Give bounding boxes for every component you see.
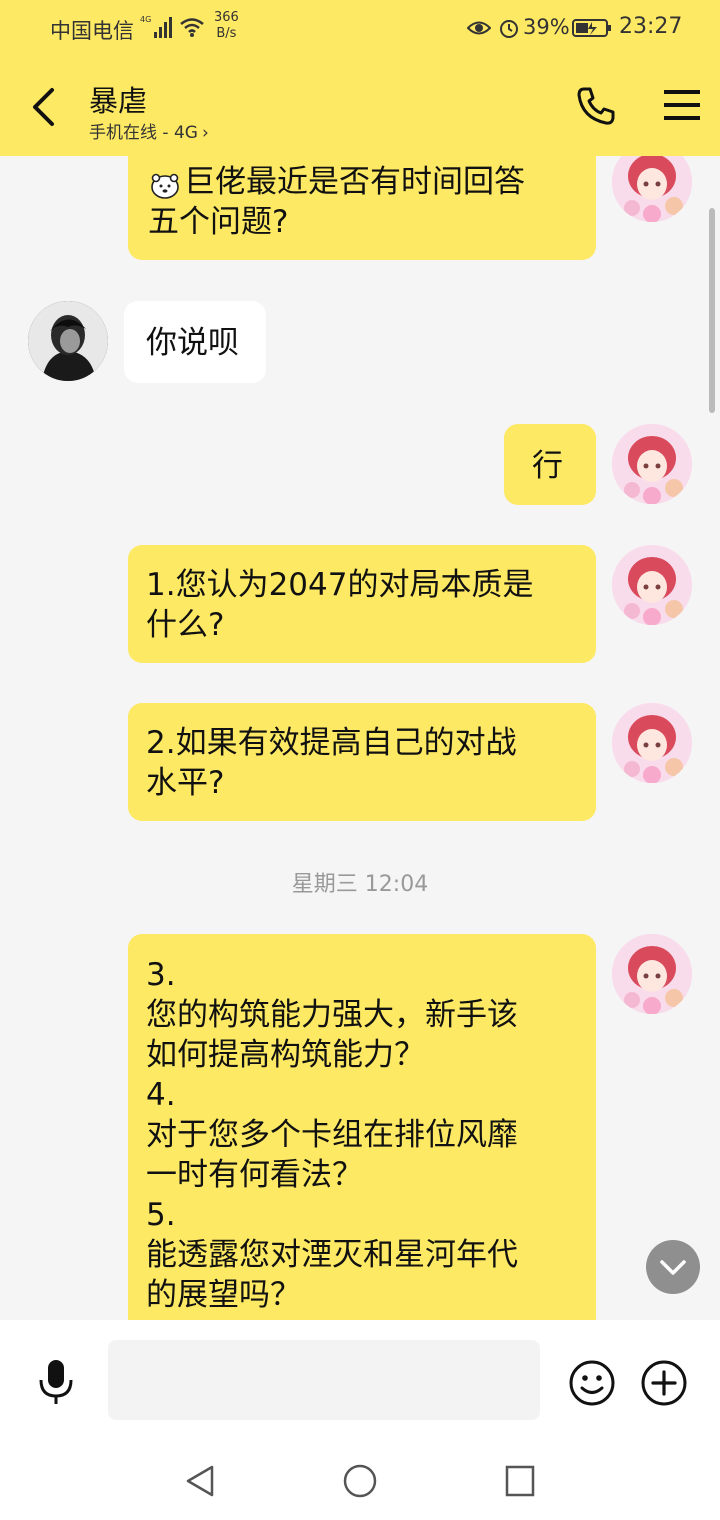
avatar[interactable]	[612, 545, 692, 625]
battery-icon	[572, 19, 611, 37]
plus-icon[interactable]	[640, 1359, 688, 1407]
signal-icon: 4G	[140, 15, 172, 38]
input-bar	[0, 1320, 720, 1442]
online-status[interactable]: 手机在线 - 4G ›	[89, 118, 209, 143]
time-separator: 星期三 12:04	[291, 872, 429, 897]
phone-icon[interactable]	[576, 86, 616, 126]
message-input[interactable]	[108, 1340, 540, 1420]
avatar[interactable]	[612, 703, 692, 783]
contact-name[interactable]: 暴虐	[89, 78, 147, 120]
nav-back-icon[interactable]	[184, 1464, 216, 1498]
microphone-icon[interactable]	[36, 1358, 76, 1406]
anime-girl-avatar-icon	[612, 934, 692, 1014]
message-bubble[interactable]: 2.如果有效提高自己的对战 水平?	[128, 703, 596, 821]
scroll-to-bottom-button[interactable]	[646, 1240, 700, 1294]
message-text: 行	[532, 448, 563, 484]
nav-home-icon[interactable]	[343, 1464, 377, 1498]
message-text: 2.如果有效提高自己的对战 水平?	[146, 725, 517, 801]
avatar[interactable]	[612, 424, 692, 504]
message-text: 巨佬最近是否有时间回答 五个问题?	[148, 164, 525, 240]
battery-percent: 39%	[523, 15, 570, 39]
chevron-right-icon: ›	[201, 123, 209, 143]
message-bubble[interactable]: 你说呗	[124, 301, 266, 383]
message-bubble[interactable]: 行	[504, 424, 596, 505]
message-text: 1.您认为2047的对局本质是 什么?	[146, 567, 534, 643]
clock: 23:27	[619, 14, 683, 39]
network-speed: 366 B/s	[214, 10, 239, 42]
anime-girl-avatar-icon	[612, 545, 692, 625]
nav-recent-apps-icon[interactable]	[505, 1465, 535, 1497]
avatar[interactable]	[28, 301, 108, 381]
scrollbar[interactable]	[709, 208, 715, 413]
avatar[interactable]	[612, 934, 692, 1014]
menu-icon[interactable]	[664, 88, 700, 122]
person-avatar-icon	[28, 301, 108, 381]
anime-girl-avatar-icon	[612, 424, 692, 504]
system-nav-bar	[0, 1442, 720, 1520]
message-bubble[interactable]: 3. 您的构筑能力强大，新手该 如何提高构筑能力？ 4. 对于您多个卡组在排位风…	[128, 934, 596, 1354]
carrier-label: 中国电信	[50, 19, 134, 43]
network-type-label: 4G	[140, 15, 151, 24]
online-status-text: 手机在线 - 4G	[89, 123, 198, 143]
alarm-icon	[500, 20, 518, 38]
speed-value: 366	[214, 10, 239, 25]
message-bubble[interactable]: 1.您认为2047的对局本质是 什么?	[128, 545, 596, 663]
eye-icon	[467, 21, 491, 35]
bear-emoji-icon	[151, 173, 179, 199]
back-arrow-icon[interactable]	[28, 86, 58, 128]
status-bar: 中国电信 4G 366 B/s 39% 23:27	[0, 0, 720, 58]
message-bubble[interactable]: 巨佬最近是否有时间回答 五个问题?	[128, 138, 596, 260]
emoji-icon[interactable]	[568, 1359, 616, 1407]
message-text: 3. 您的构筑能力强大，新手该 如何提高构筑能力？ 4. 对于您多个卡组在排位风…	[146, 957, 518, 1313]
speed-unit: B/s	[216, 26, 237, 41]
chat-header: 中国电信 4G 366 B/s 39% 23:27 暴虐 手机在线 - 4G ›	[0, 0, 720, 156]
message-text: 你说呗	[146, 325, 239, 361]
anime-girl-avatar-icon	[612, 703, 692, 783]
chevron-down-icon	[660, 1260, 686, 1275]
wifi-icon	[180, 18, 204, 37]
